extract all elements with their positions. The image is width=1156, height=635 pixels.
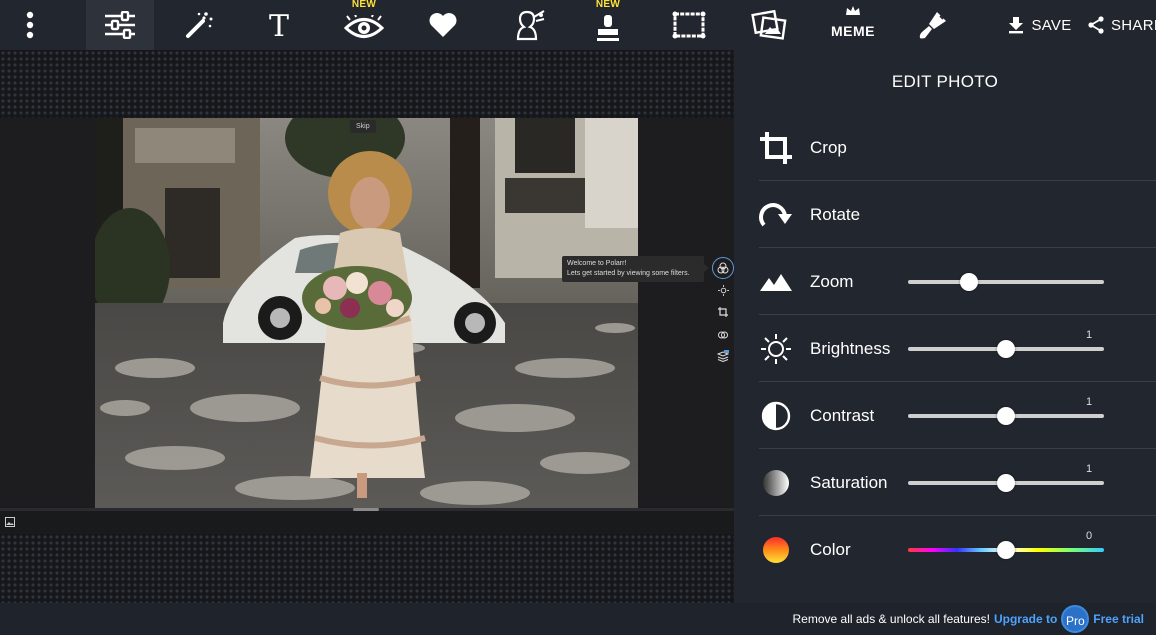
color-slider-thumb[interactable] [997, 541, 1015, 559]
photo-preview[interactable] [95, 118, 638, 508]
mountains-icon [760, 273, 792, 291]
side-tool-rail [712, 257, 734, 367]
draw-tool-button[interactable] [910, 0, 956, 50]
contrast-label: Contrast [810, 406, 875, 425]
top-toolbar: T NEW NEW MEME SAVE SHAR [0, 0, 1156, 50]
bottom-bar [0, 603, 734, 634]
stamp-tool-button[interactable]: NEW [585, 0, 631, 50]
color-label: Color [810, 540, 851, 559]
resize-handle[interactable] [353, 508, 379, 511]
color-slider[interactable]: 0 [908, 530, 1104, 560]
rotate-icon [759, 202, 792, 226]
filters-icon [717, 262, 729, 274]
workspace: Skip Welcome to Polarr! Lets get started… [0, 50, 734, 603]
frame-tool-button[interactable] [666, 0, 712, 50]
crop-label: Crop [810, 138, 847, 157]
sun-small-icon [717, 284, 729, 296]
zoom-row: Zoom [759, 247, 1156, 314]
meme-label: MEME [831, 23, 875, 39]
contrast-slider[interactable]: 1 [908, 396, 1104, 426]
text-tool-button[interactable]: T [256, 0, 302, 50]
zoom-slider[interactable] [908, 272, 1104, 292]
stamp-icon [597, 15, 619, 41]
rotate-row[interactable]: Rotate [759, 180, 1156, 247]
upgrade-text: Remove all ads & unlock all features! [792, 611, 990, 626]
editor-status-bar [0, 508, 734, 534]
new-badge-2: NEW [595, 0, 621, 10]
photo-image [95, 118, 638, 508]
magic-wand-icon [186, 12, 213, 38]
zoom-label: Zoom [810, 272, 854, 291]
drop-icon [718, 331, 728, 339]
skip-tour-button[interactable]: Skip [350, 120, 376, 133]
ad-background-bottom [0, 534, 734, 603]
download-icon [1009, 17, 1024, 34]
eye-tool-button[interactable]: NEW [340, 0, 388, 50]
face-edit-icon [516, 10, 545, 41]
adjust-sliders-icon [105, 11, 135, 39]
brush-icon [919, 12, 946, 39]
image-small-icon[interactable] [5, 517, 15, 527]
saturation-value: 1 [1086, 463, 1093, 475]
pro-badge[interactable]: Pro [1061, 604, 1090, 633]
free-trial-link[interactable]: Free trial [1093, 612, 1144, 626]
menu-button[interactable] [10, 0, 50, 50]
brightness-value: 1 [1086, 329, 1093, 341]
color-row: Color 0 [759, 515, 1156, 582]
text-icon: T [269, 11, 289, 39]
contrast-icon [761, 401, 791, 430]
ad-background-top [0, 50, 734, 118]
sun-icon [761, 333, 791, 364]
crop-small-tool-button[interactable] [712, 301, 734, 323]
brightness-label: Brightness [810, 339, 891, 358]
color-value: 0 [1086, 530, 1093, 542]
color-small-tool-button[interactable] [712, 323, 734, 345]
contrast-value: 1 [1086, 396, 1093, 408]
brightness-slider[interactable]: 1 [908, 329, 1104, 359]
frame-icon [672, 11, 706, 39]
saturation-row: Saturation 1 [759, 448, 1156, 515]
saturation-icon [763, 469, 789, 496]
panel-title: EDIT PHOTO [891, 72, 999, 91]
saturation-slider-thumb[interactable] [997, 474, 1015, 492]
upgrade-banner: Remove all ads & unlock all features! Up… [734, 603, 1156, 634]
saturation-label: Saturation [810, 473, 888, 492]
meme-tool-button[interactable]: MEME [828, 0, 878, 50]
photo-frames-icon [751, 10, 787, 40]
zoom-slider-thumb[interactable] [959, 273, 978, 291]
crop-row[interactable]: Crop [759, 114, 1156, 181]
upgrade-link[interactable]: Upgrade to [994, 612, 1057, 626]
color-icon [763, 536, 789, 563]
crown-icon [846, 6, 860, 15]
layers-icon [717, 350, 729, 362]
crop-small-icon [718, 307, 728, 317]
brightness-row: Brightness 1 [759, 314, 1156, 381]
contrast-row: Contrast 1 [759, 381, 1156, 448]
brightness-slider-thumb[interactable] [997, 340, 1015, 358]
welcome-tooltip: Welcome to Polarr! Lets get started by v… [562, 256, 709, 282]
filters-tool-button[interactable] [712, 257, 734, 279]
effects-tool-button[interactable] [176, 0, 222, 50]
saturation-slider[interactable]: 1 [908, 463, 1104, 493]
face-tool-button[interactable] [505, 0, 553, 50]
adjust-tool-button[interactable] [86, 0, 154, 50]
contrast-slider-thumb[interactable] [997, 407, 1015, 425]
layers-tool-button[interactable] [712, 345, 734, 367]
eye-icon [344, 15, 384, 38]
share-button[interactable]: SHARE [1088, 0, 1156, 50]
photo-editor-canvas[interactable]: Skip Welcome to Polarr! Lets get started… [0, 118, 734, 508]
heart-icon [429, 13, 457, 38]
light-tool-button[interactable] [712, 279, 734, 301]
rotate-label: Rotate [810, 205, 861, 224]
svg-text:T: T [269, 11, 289, 39]
share-icon [1088, 16, 1104, 34]
crop-icon [760, 131, 792, 164]
save-button[interactable]: SAVE [1004, 0, 1076, 50]
sticker-tool-button[interactable] [420, 0, 466, 50]
menu-dots-icon [26, 11, 34, 39]
new-badge: NEW [351, 0, 377, 10]
overlay-tool-button[interactable] [746, 0, 792, 50]
edit-photo-panel: EDIT PHOTO Crop Rotate Zoom Brightness 1… [734, 50, 1156, 603]
